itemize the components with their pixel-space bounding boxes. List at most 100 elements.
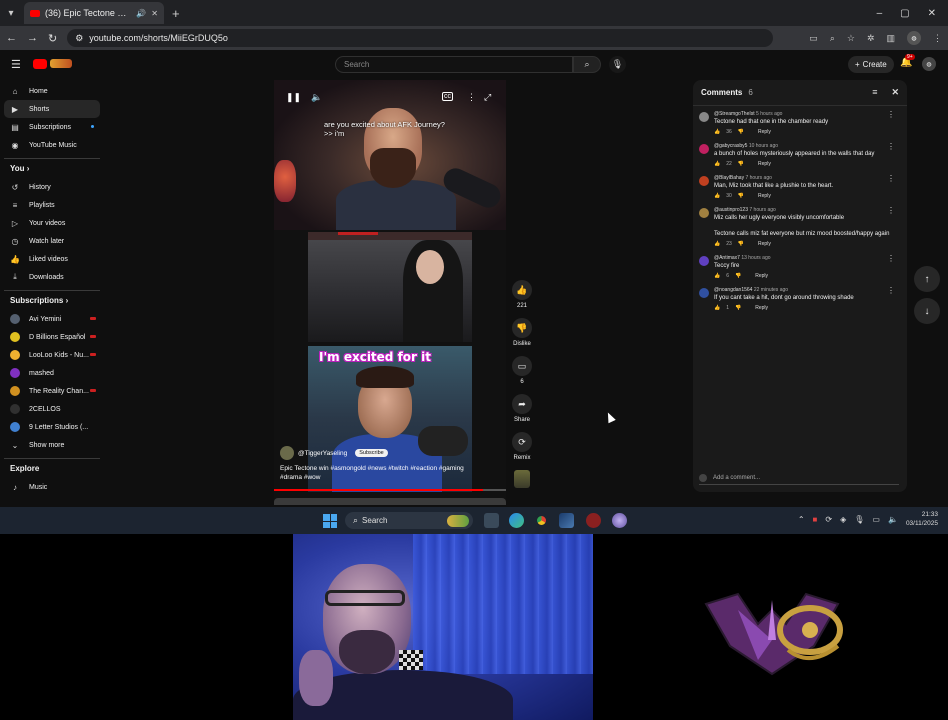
menu-icon[interactable]: ☰ xyxy=(11,58,21,71)
extensions-icon[interactable]: ✲ xyxy=(867,33,875,44)
more-vert-icon[interactable]: ⋮ xyxy=(887,142,895,151)
edge-icon[interactable] xyxy=(509,513,524,528)
tab-close-icon[interactable]: ✕ xyxy=(151,9,158,18)
more-vert-icon[interactable]: ⋮ xyxy=(887,174,895,183)
tab-search-icon[interactable]: ▾ xyxy=(0,2,22,24)
account-avatar[interactable]: ◍ xyxy=(922,57,936,71)
taskbar-search[interactable]: ⌕ Search xyxy=(345,512,473,529)
sidebar-item-downloads[interactable]: ⤓ Downloads xyxy=(4,268,100,286)
volume-icon[interactable]: 🔈 xyxy=(311,92,322,103)
commenter-avatar[interactable] xyxy=(699,288,709,298)
sidebar-item-subscription[interactable]: D Billions Español xyxy=(4,328,100,346)
browser-menu-icon[interactable]: ⋮ xyxy=(933,33,942,44)
dislike-icon[interactable]: 👎 xyxy=(738,240,744,248)
pause-icon[interactable]: ❚❚ xyxy=(286,92,301,103)
zoom-icon[interactable]: ⌕ xyxy=(830,33,835,44)
more-vert-icon[interactable]: ⋮ xyxy=(887,286,895,295)
fullscreen-icon[interactable]: ⤢ xyxy=(484,92,491,103)
youtube-logo[interactable] xyxy=(33,58,75,69)
reply-button[interactable]: Reply xyxy=(755,304,768,312)
chevron-up-icon[interactable]: ⌃ xyxy=(798,515,805,524)
window-close-button[interactable]: ✕ xyxy=(928,8,936,19)
share-icon[interactable]: ➦ xyxy=(512,394,532,414)
speaker-icon[interactable]: 🔊 xyxy=(136,9,146,18)
audio-thumbnail[interactable] xyxy=(514,470,530,488)
address-bar[interactable]: ⚙ youtube.com/shorts/MiiEGrDUQ5o xyxy=(67,29,774,47)
search-button[interactable]: ⌕ xyxy=(573,56,601,73)
clock[interactable]: 21:33 03/11/2025 xyxy=(906,510,938,528)
sidebar-item-liked-videos[interactable]: 👍 Liked videos xyxy=(4,250,100,268)
shield-icon[interactable]: ◈ xyxy=(840,515,846,524)
reply-button[interactable]: Reply xyxy=(758,160,771,168)
like-icon[interactable]: 👍 xyxy=(714,192,720,200)
sidebar-item-shorts[interactable]: ▶ Shorts xyxy=(4,100,100,118)
dislike-icon[interactable]: 👎 xyxy=(738,160,744,168)
comment-author[interactable]: @gabycrasby5 xyxy=(714,143,747,149)
recorder-icon[interactable] xyxy=(586,513,601,528)
shorts-video-player[interactable]: are you excited about AFK Journey? >> i'… xyxy=(274,80,506,505)
like-icon[interactable]: 👍 xyxy=(714,160,720,168)
windows-start-icon[interactable] xyxy=(323,514,337,528)
minimize-button[interactable]: – xyxy=(877,8,883,19)
channel-name[interactable]: @TiggerYaseling xyxy=(298,450,347,457)
chrome-icon[interactable] xyxy=(534,513,549,528)
next-short-peek[interactable] xyxy=(274,498,506,505)
commenter-avatar[interactable] xyxy=(699,208,709,218)
like-icon[interactable]: 👍 xyxy=(714,240,720,248)
site-info-icon[interactable]: ⚙ xyxy=(75,33,83,44)
sidepanel-icon[interactable]: ▥ xyxy=(886,33,895,44)
comment-author[interactable]: @BlaylBahay xyxy=(714,175,744,181)
subscribe-button[interactable]: Subscribe xyxy=(355,449,388,457)
maximize-button[interactable]: ▢ xyxy=(900,8,909,19)
reload-icon[interactable]: ↻ xyxy=(48,32,57,45)
search-input[interactable]: Search xyxy=(335,56,573,73)
add-comment-field[interactable]: Add a comment... xyxy=(699,474,899,485)
previous-short-button[interactable]: ↑ xyxy=(914,266,940,292)
create-button[interactable]: + Create xyxy=(848,56,894,73)
sort-icon[interactable]: ≡ xyxy=(872,87,877,98)
profile-avatar[interactable]: ◍ xyxy=(907,31,921,45)
like-icon[interactable]: 👍 xyxy=(714,304,720,312)
reply-button[interactable]: Reply xyxy=(758,128,771,136)
close-icon[interactable]: ✕ xyxy=(891,87,899,98)
comment-author[interactable]: @StreamgoTheIst xyxy=(714,111,755,117)
sidebar-item-subscription[interactable]: LooLoo Kids - Nu... xyxy=(4,346,100,364)
sidebar-item-subscription[interactable]: 2CELLOS xyxy=(4,400,100,418)
sidebar-item-subscription[interactable]: The Reality Chan... xyxy=(4,382,100,400)
like-icon[interactable]: 👍 xyxy=(512,280,532,300)
video-progress-bar[interactable] xyxy=(274,489,506,491)
you-section-header[interactable]: You › xyxy=(4,158,100,178)
sidebar-item-playlists[interactable]: ≡ Playlists xyxy=(4,196,100,214)
browser-tab[interactable]: (36) Epic Tectone win #asmo 🔊 ✕ xyxy=(24,2,164,24)
like-icon[interactable]: 👍 xyxy=(714,128,720,136)
commenter-avatar[interactable] xyxy=(699,176,709,186)
back-icon[interactable]: ← xyxy=(6,32,17,44)
more-vert-icon[interactable]: ⋮ xyxy=(887,110,895,119)
new-tab-button[interactable]: + xyxy=(172,6,180,21)
reply-button[interactable]: Reply xyxy=(758,192,771,200)
dislike-icon[interactable]: 👎 xyxy=(735,304,741,312)
sync-icon[interactable]: ⟳ xyxy=(825,515,832,524)
dislike-icon[interactable]: 👎 xyxy=(735,272,741,280)
sidebar-item-youtube-music[interactable]: ◉ YouTube Music xyxy=(4,136,100,154)
sidebar-item-your-videos[interactable]: ▷ Your videos xyxy=(4,214,100,232)
more-vert-icon[interactable]: ⋮ xyxy=(887,254,895,263)
network-icon[interactable]: ▭ xyxy=(872,515,880,524)
dislike-icon[interactable]: 👎 xyxy=(738,192,744,200)
commenter-avatar[interactable] xyxy=(699,256,709,266)
forward-icon[interactable]: → xyxy=(27,32,38,44)
comment-icon[interactable]: ▭ xyxy=(512,356,532,376)
volume-icon[interactable]: 🔈 xyxy=(888,515,898,524)
sidebar-item-subscription[interactable]: mashed xyxy=(4,364,100,382)
channel-avatar[interactable] xyxy=(280,446,294,460)
sidebar-item-subscriptions[interactable]: ▤ Subscriptions xyxy=(4,118,100,136)
dislike-icon[interactable]: 👎 xyxy=(738,128,744,136)
sidebar-item-subscription[interactable]: Avi Yemini xyxy=(4,310,100,328)
mic-icon[interactable]: 🎙 xyxy=(854,515,864,524)
comment-author[interactable]: @Antimax7 xyxy=(714,255,740,261)
app-orb-icon[interactable] xyxy=(612,513,627,528)
install-icon[interactable]: ▭ xyxy=(809,33,818,44)
subscriptions-section-header[interactable]: Subscriptions › xyxy=(4,290,100,310)
sidebar-item-history[interactable]: ↺ History xyxy=(4,178,100,196)
commenter-avatar[interactable] xyxy=(699,144,709,154)
